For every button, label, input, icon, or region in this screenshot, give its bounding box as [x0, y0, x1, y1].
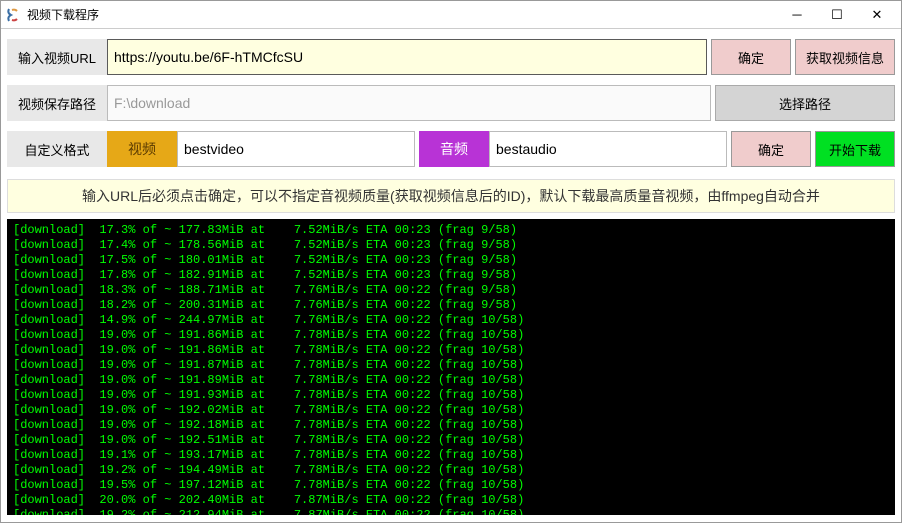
- url-input[interactable]: [107, 39, 707, 75]
- video-format-label: 视频: [107, 131, 177, 167]
- get-video-info-button[interactable]: 获取视频信息: [795, 39, 895, 75]
- audio-format-input[interactable]: [489, 131, 727, 167]
- save-path-input[interactable]: [107, 85, 711, 121]
- format-confirm-button[interactable]: 确定: [731, 131, 811, 167]
- save-path-row: 视频保存路径 选择路径: [7, 85, 895, 121]
- url-row: 输入视频URL 确定 获取视频信息: [7, 39, 895, 75]
- minimize-button[interactable]: ─: [777, 3, 817, 27]
- download-log: [download] 17.3% of ~ 177.83MiB at 7.52M…: [7, 219, 895, 515]
- audio-format-label: 音频: [419, 131, 489, 167]
- save-path-label: 视频保存路径: [7, 85, 107, 121]
- window-title: 视频下载程序: [27, 6, 777, 23]
- maximize-button[interactable]: ☐: [817, 3, 857, 27]
- custom-format-label: 自定义格式: [7, 131, 107, 167]
- choose-path-button[interactable]: 选择路径: [715, 85, 895, 121]
- url-confirm-button[interactable]: 确定: [711, 39, 791, 75]
- video-format-input[interactable]: [177, 131, 415, 167]
- app-icon: [5, 7, 21, 23]
- titlebar: 视频下载程序 ─ ☐ ✕: [1, 1, 901, 29]
- close-button[interactable]: ✕: [857, 3, 897, 27]
- url-label: 输入视频URL: [7, 39, 107, 75]
- custom-format-row: 自定义格式 视频 音频 确定 开始下载: [7, 131, 895, 167]
- start-download-button[interactable]: 开始下载: [815, 131, 895, 167]
- tip-text: 输入URL后必须点击确定，可以不指定音视频质量(获取视频信息后的ID)，默认下载…: [7, 179, 895, 213]
